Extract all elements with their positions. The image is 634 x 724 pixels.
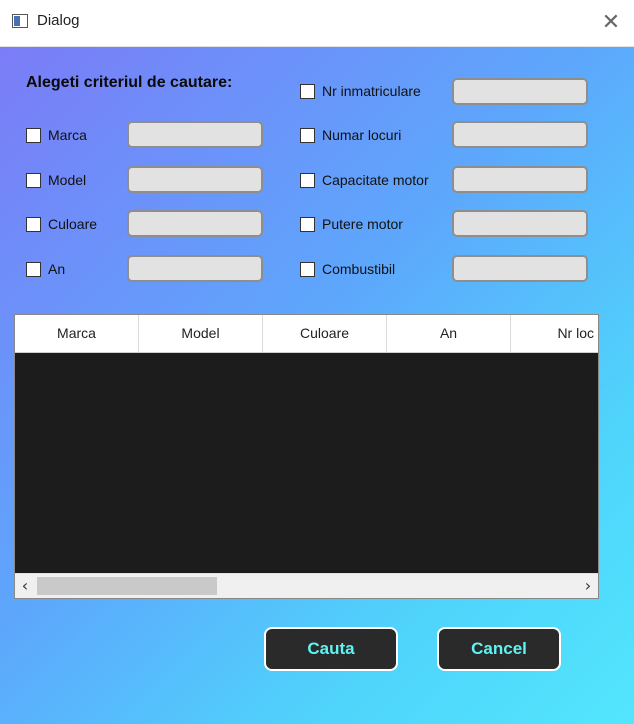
scroll-left-icon[interactable]: ‹ [15, 574, 35, 598]
capacitate-motor-input[interactable] [452, 166, 588, 193]
table-header: Marca Model Culoare An Nr loc [15, 315, 598, 353]
culoare-checkbox[interactable] [26, 217, 41, 232]
marca-checkbox[interactable] [26, 128, 41, 143]
capacitate-motor-checkbox[interactable] [300, 173, 315, 188]
table-body[interactable] [15, 353, 598, 574]
horizontal-scrollbar[interactable]: ‹ › [15, 573, 598, 598]
column-header-model[interactable]: Model [139, 315, 263, 352]
criterion-label: Nr inmatriculare [322, 83, 421, 99]
dialog-body: Alegeti criteriul de cautare: Marca Mode… [0, 47, 634, 724]
criterion-label: An [48, 261, 66, 277]
criterion-label: Culoare [48, 216, 98, 232]
combustibil-checkbox[interactable] [300, 262, 315, 277]
criterion-label: Combustibil [322, 261, 396, 277]
criterion-label: Capacitate motor [322, 172, 429, 188]
cancel-button[interactable]: Cancel [437, 627, 561, 671]
model-input[interactable] [127, 166, 263, 193]
search-criteria-heading: Alegeti criteriul de cautare: [26, 74, 233, 91]
column-header-culoare[interactable]: Culoare [263, 315, 387, 352]
scroll-right-icon[interactable]: › [578, 574, 598, 598]
putere-motor-input[interactable] [452, 210, 588, 237]
close-icon[interactable]: ✕ [596, 8, 626, 38]
column-header-an[interactable]: An [387, 315, 511, 352]
nr-inmatriculare-checkbox[interactable] [300, 84, 315, 99]
results-table[interactable]: Marca Model Culoare An Nr loc ‹ › [14, 314, 599, 599]
column-header-nr-loc[interactable]: Nr loc [511, 315, 598, 352]
culoare-input[interactable] [127, 210, 263, 237]
model-checkbox[interactable] [26, 173, 41, 188]
nr-inmatriculare-input[interactable] [452, 78, 588, 105]
criterion-label: Model [48, 172, 87, 188]
app-window-icon [12, 14, 28, 28]
criterion-label: Putere motor [322, 216, 403, 232]
putere-motor-checkbox[interactable] [300, 217, 315, 232]
combustibil-input[interactable] [452, 255, 588, 282]
window-title: Dialog [37, 12, 80, 29]
column-header-marca[interactable]: Marca [15, 315, 139, 352]
criterion-label: Numar locuri [322, 127, 402, 143]
title-bar: Dialog ✕ [0, 0, 634, 47]
numar-locuri-input[interactable] [452, 121, 588, 148]
search-button[interactable]: Cauta [264, 627, 398, 671]
criterion-label: Marca [48, 127, 87, 143]
an-input[interactable] [127, 255, 263, 282]
marca-input[interactable] [127, 121, 263, 148]
an-checkbox[interactable] [26, 262, 41, 277]
numar-locuri-checkbox[interactable] [300, 128, 315, 143]
scrollbar-thumb[interactable] [37, 577, 217, 595]
